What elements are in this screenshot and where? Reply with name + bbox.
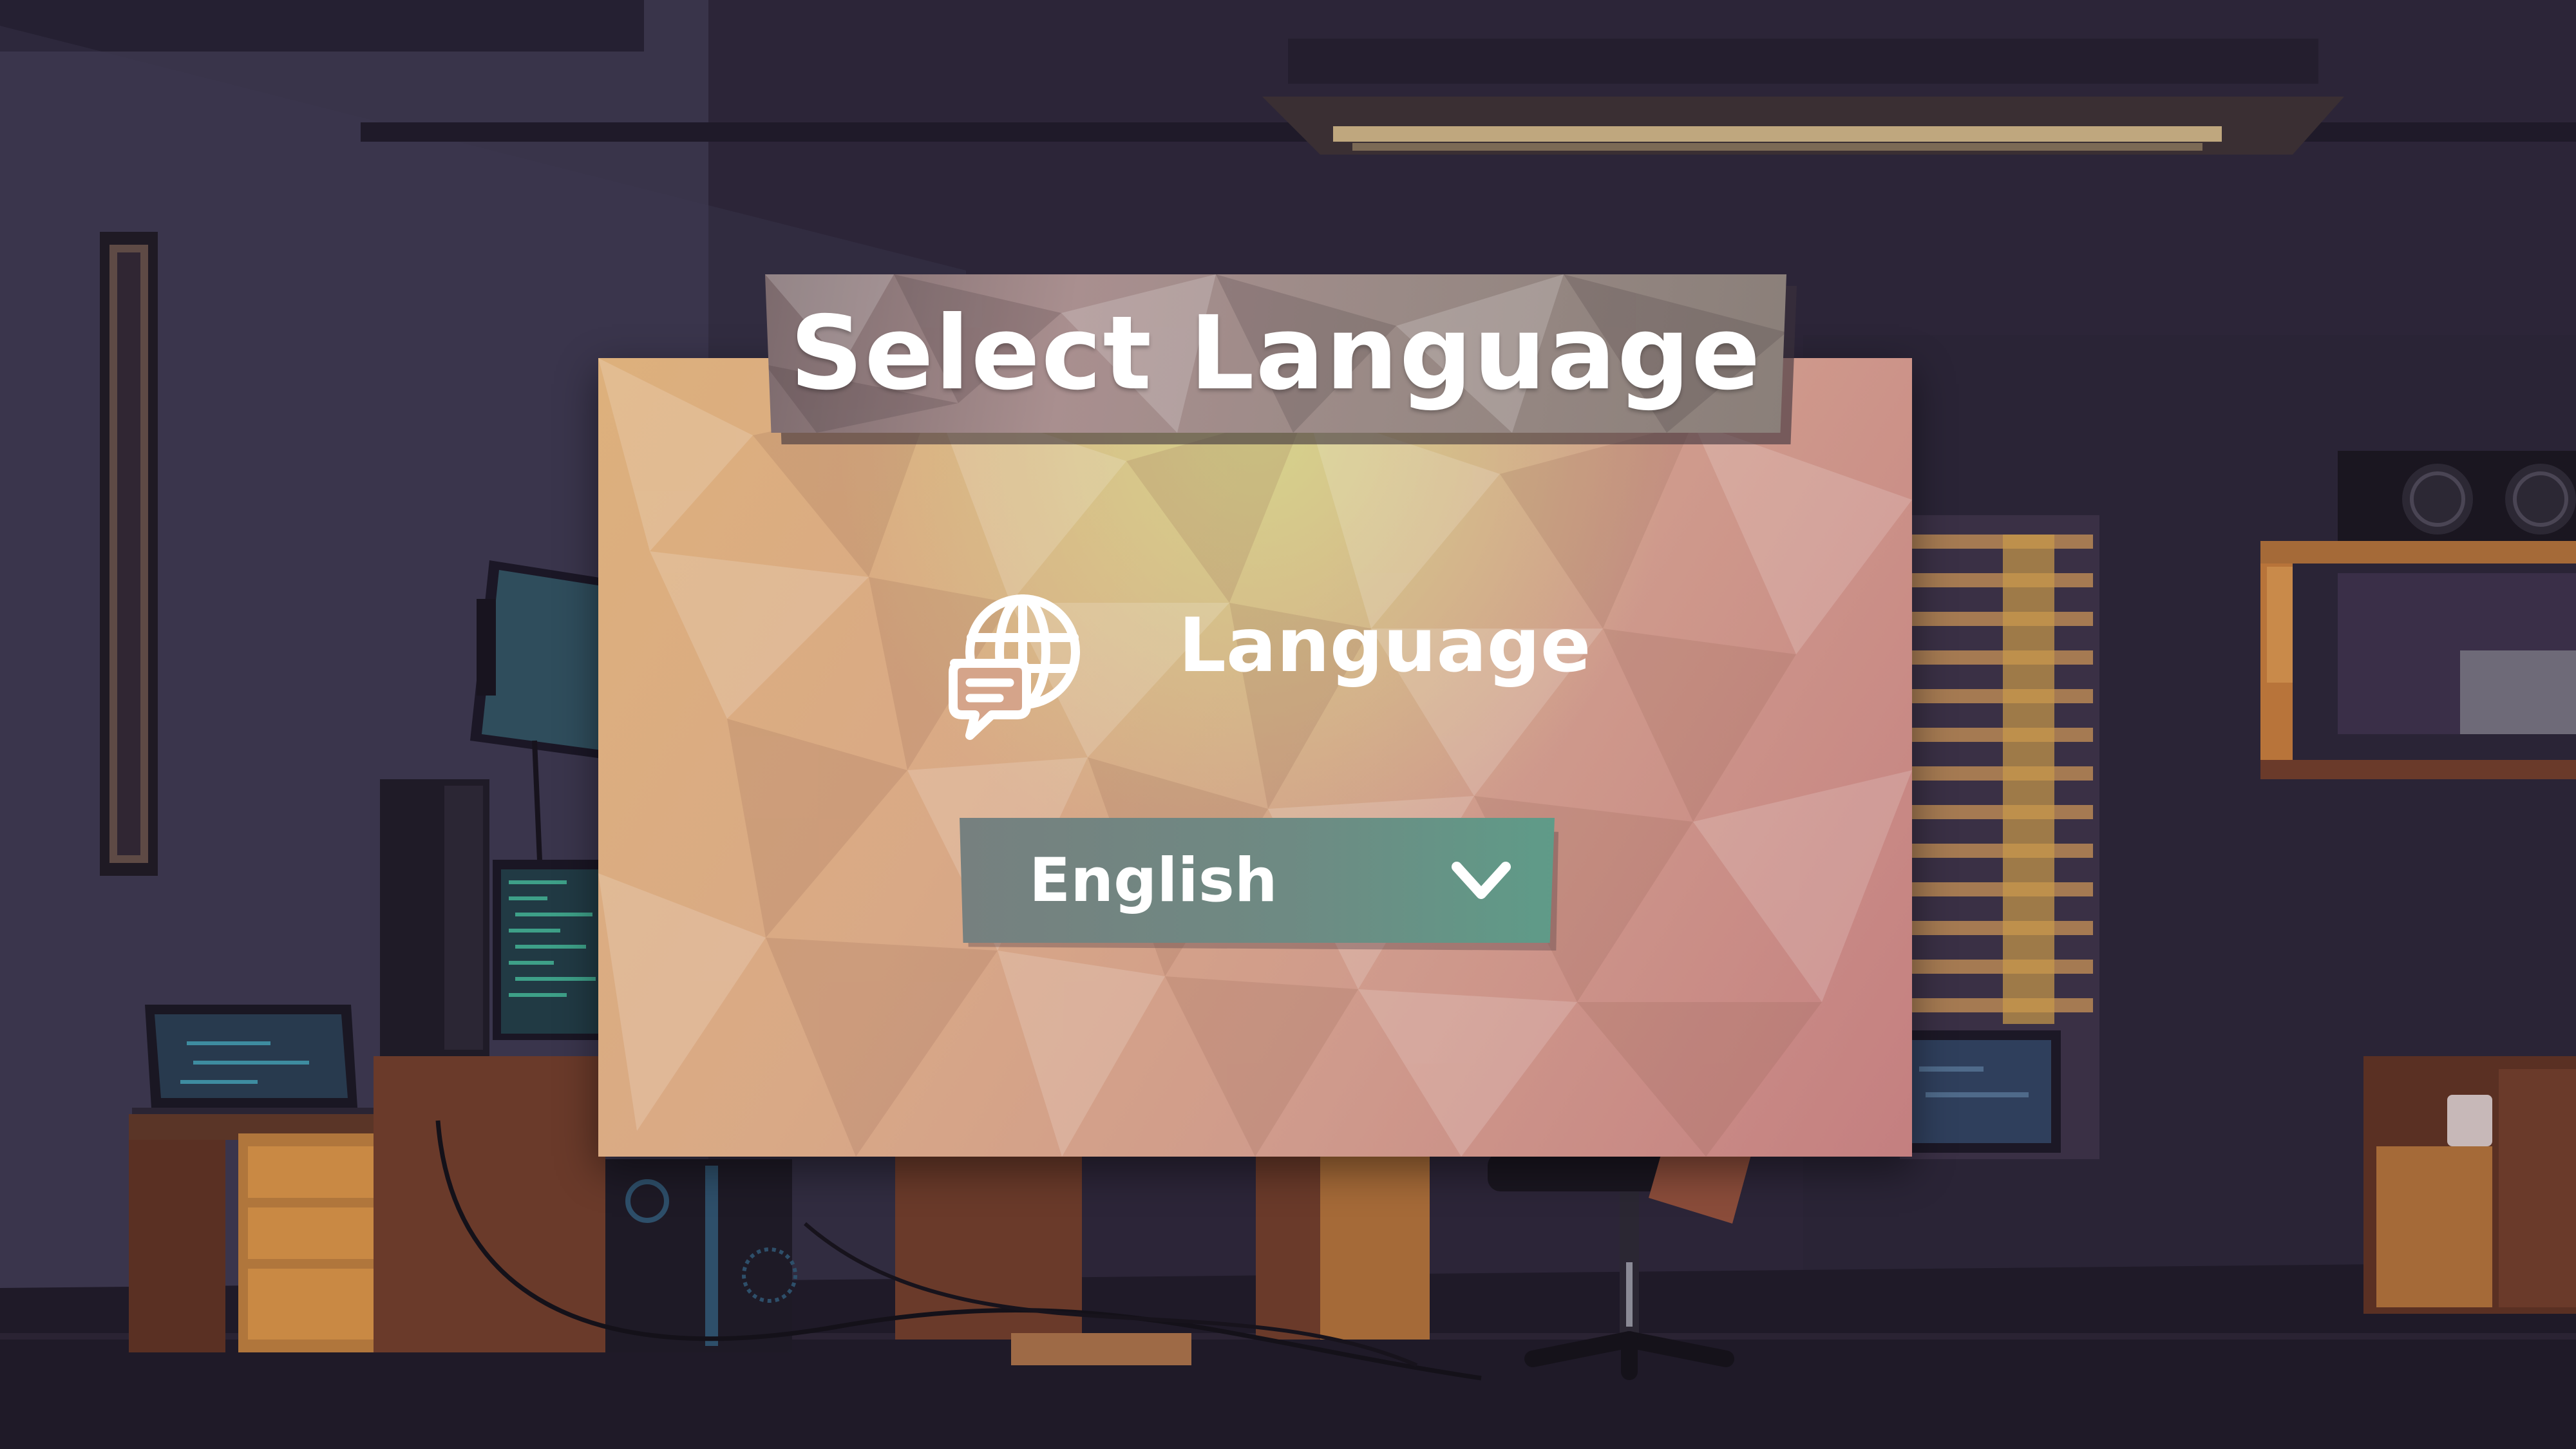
language-dropdown-value: English (1029, 845, 1278, 916)
language-dropdown[interactable]: English (960, 818, 1555, 943)
title-banner: Select Language (765, 274, 1786, 433)
globe-chat-icon (949, 594, 1080, 740)
language-label: Language (1179, 602, 1591, 689)
language-dialog-panel (598, 358, 1912, 1157)
dialog-title: Select Language (790, 294, 1762, 413)
chevron-down-icon[interactable] (1450, 858, 1512, 904)
card-low-poly-texture (598, 358, 1912, 1157)
game-screen: Select Language Language English (0, 0, 2576, 1449)
